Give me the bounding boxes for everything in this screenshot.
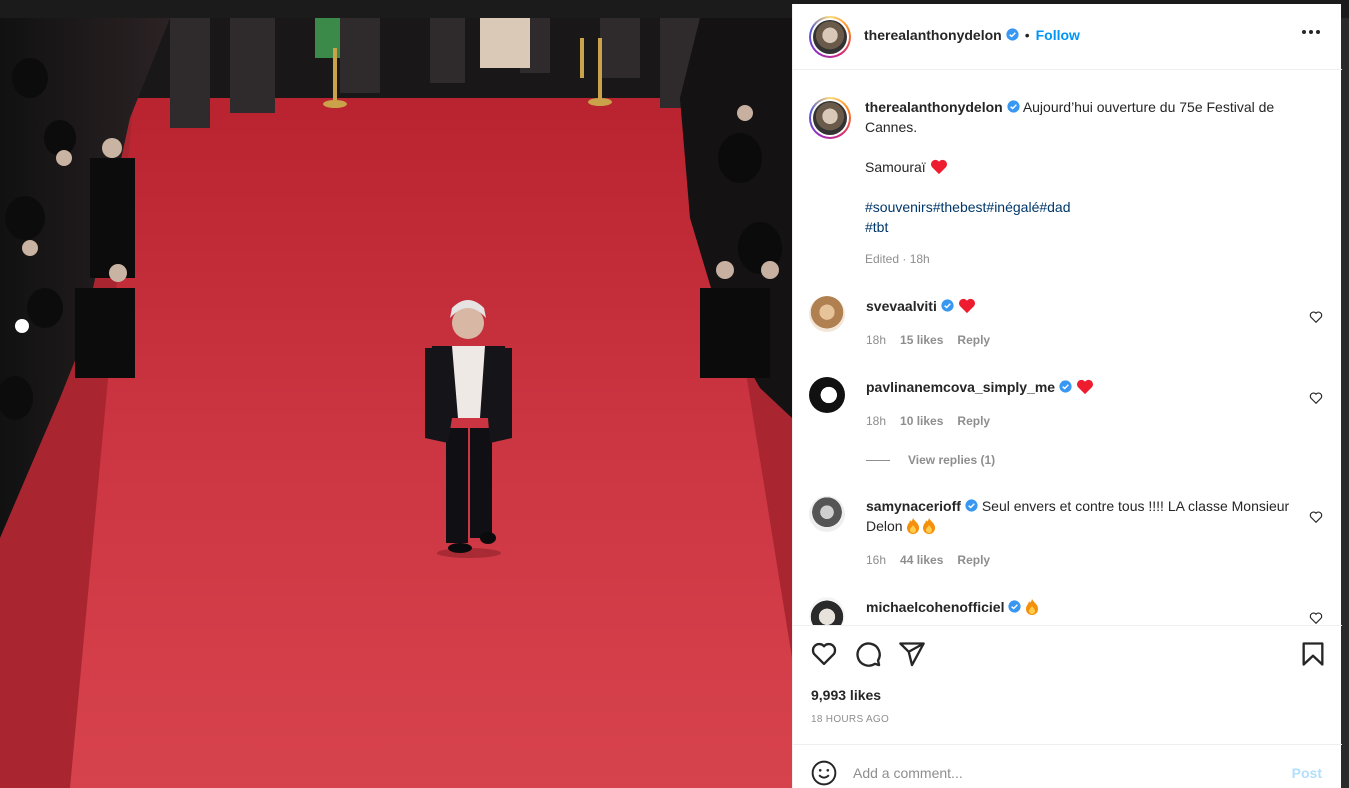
- comment-time: 18h: [866, 333, 887, 347]
- hashtags-line-2[interactable]: #tbt: [865, 219, 888, 235]
- comment-body: michaelcohenofficiel: [866, 597, 1296, 620]
- view-replies-line: [866, 460, 890, 462]
- verified-badge-icon: [1007, 100, 1020, 113]
- comment-username[interactable]: svevaalviti: [866, 298, 937, 314]
- verified-badge-icon: [1008, 600, 1022, 613]
- post-photo[interactable]: [0, 18, 792, 788]
- author-avatar[interactable]: [809, 16, 851, 58]
- comment-meta: 18h 15 likes Reply: [866, 333, 990, 347]
- edited-timestamp: Edited · 18h: [865, 252, 930, 266]
- add-comment-bar: Post: [793, 744, 1342, 788]
- comment-meta: 16h 44 likes Reply: [866, 553, 990, 567]
- post-button[interactable]: Post: [1292, 765, 1322, 781]
- verified-badge-icon: [941, 299, 954, 312]
- caption-line-2: Samouraï: [865, 159, 926, 175]
- post-time: 18 HOURS AGO: [811, 714, 890, 725]
- comment-username[interactable]: pavlinanemcova_simply_me: [866, 379, 1055, 395]
- comment-like-icon[interactable]: [1309, 611, 1323, 625]
- post-actions: 9,993 likes 18 HOURS AGO: [793, 625, 1342, 745]
- fire-emoji-icon: [1025, 598, 1041, 620]
- paper-plane-icon[interactable]: [898, 640, 926, 668]
- verified-badge-icon: [1006, 28, 1019, 41]
- hashtags-line-1[interactable]: #souvenirs#thebest#inégalé#dad: [865, 199, 1071, 215]
- follow-button[interactable]: Follow: [1036, 27, 1080, 43]
- comment-likes[interactable]: 44 likes: [900, 553, 943, 567]
- comment-username[interactable]: samynacerioff: [866, 498, 961, 514]
- bookmark-icon[interactable]: [1299, 640, 1327, 668]
- fire-emoji-icon: [906, 517, 938, 539]
- heart-emoji-icon: [958, 298, 975, 314]
- caption-avatar[interactable]: [809, 97, 851, 139]
- commenter-avatar[interactable]: [809, 377, 845, 413]
- author-username[interactable]: therealanthonydelon: [864, 27, 1002, 43]
- comment-like-icon[interactable]: [1309, 510, 1323, 524]
- heart-outline-icon[interactable]: [810, 640, 838, 668]
- comment-likes[interactable]: 10 likes: [900, 414, 943, 428]
- reply-button[interactable]: Reply: [957, 553, 990, 567]
- comment-username[interactable]: michaelcohenofficiel: [866, 599, 1004, 615]
- comments-scroll-area[interactable]: therealanthonydelon Aujourd’hui ouvertur…: [793, 71, 1342, 625]
- commenter-avatar[interactable]: [809, 296, 845, 332]
- comment-like-icon[interactable]: [1309, 310, 1323, 324]
- comment-like-icon[interactable]: [1309, 391, 1323, 405]
- more-dots-icon[interactable]: [1302, 30, 1322, 36]
- header-author-row: therealanthonydelon • Follow: [864, 27, 1080, 45]
- post-header: therealanthonydelon • Follow: [793, 4, 1342, 70]
- comment-body: svevaalviti: [866, 296, 1296, 316]
- caption-text: therealanthonydelon Aujourd’hui ouvertur…: [865, 97, 1325, 269]
- verified-badge-icon: [965, 499, 978, 512]
- speech-bubble-icon[interactable]: [854, 640, 882, 668]
- caption-username[interactable]: therealanthonydelon: [865, 99, 1003, 115]
- comment-time: 16h: [866, 553, 887, 567]
- comment-likes[interactable]: 15 likes: [900, 333, 943, 347]
- heart-emoji-icon: [930, 159, 947, 175]
- view-replies-button[interactable]: View replies (1): [866, 453, 995, 467]
- red-carpet-image: [0, 18, 792, 788]
- comment-input[interactable]: [853, 759, 1273, 787]
- post-side-panel: therealanthonydelon • Follow therealanthon…: [792, 4, 1342, 788]
- verified-badge-icon: [1059, 380, 1072, 393]
- reply-button[interactable]: Reply: [957, 333, 990, 347]
- separator-dot: •: [1024, 27, 1030, 43]
- smiley-icon[interactable]: [811, 760, 837, 786]
- likes-count[interactable]: 9,993 likes: [811, 687, 881, 703]
- commenter-avatar[interactable]: [809, 597, 845, 625]
- comment-meta: 18h 10 likes Reply: [866, 414, 990, 428]
- comment-body: samynacerioff Seul envers et contre tous…: [866, 496, 1296, 539]
- reply-button[interactable]: Reply: [957, 414, 990, 428]
- view-replies-label: View replies (1): [908, 453, 996, 467]
- comment-time: 18h: [866, 414, 887, 428]
- comment-body: pavlinanemcova_simply_me: [866, 377, 1296, 397]
- commenter-avatar[interactable]: [809, 496, 845, 532]
- heart-emoji-icon: [1077, 379, 1093, 395]
